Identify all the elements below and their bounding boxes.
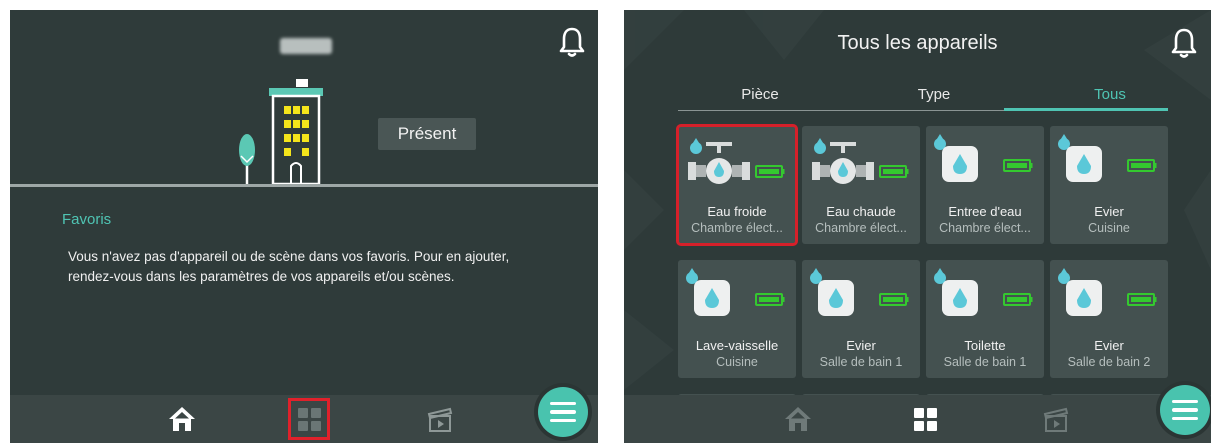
device-room: Cuisine	[716, 355, 758, 369]
nav-devices-button[interactable]	[907, 401, 943, 437]
water-drop-icon	[810, 268, 909, 316]
device-card[interactable]: Evier Salle de bain 2	[1050, 260, 1168, 378]
device-name: Lave-vaisselle	[695, 338, 779, 353]
nav-scenes-button[interactable]	[1038, 401, 1074, 437]
water-drop-icon	[686, 268, 785, 316]
devices-grid-icon	[913, 407, 937, 431]
nav-home-button[interactable]	[780, 401, 816, 437]
nav-devices-button[interactable]	[288, 398, 330, 440]
device-card[interactable]: Toilette Salle de bain 1	[926, 260, 1044, 378]
device-name: Toilette	[964, 338, 1006, 353]
scenes-clapper-icon	[1043, 407, 1069, 432]
bell-icon[interactable]	[1170, 27, 1198, 59]
device-name: Evier	[1094, 204, 1124, 219]
presence-status-button[interactable]: Présent	[378, 118, 476, 150]
nav-scenes-button[interactable]	[422, 401, 458, 437]
horizon-line	[10, 184, 598, 187]
water-drop-icon	[934, 134, 1033, 182]
tab-piece[interactable]: Pièce	[700, 86, 820, 103]
device-card[interactable]: Evier Cuisine	[1050, 126, 1168, 244]
page-title: Tous les appareils	[837, 32, 998, 54]
bottom-nav	[10, 395, 598, 443]
device-card[interactable]: Evier Salle de bain 1	[802, 260, 920, 378]
building-illustration	[239, 79, 323, 186]
menu-fab-button[interactable]	[538, 387, 588, 437]
device-card[interactable]: Entree d'eau Chambre élect...	[926, 126, 1044, 244]
water-drop-icon	[1058, 268, 1157, 316]
device-icon-group	[808, 132, 912, 199]
home-icon	[169, 407, 195, 431]
device-card[interactable]: Eau froide Chambre élect...	[676, 124, 798, 246]
tab-type[interactable]: Type	[874, 86, 994, 103]
valve-icon	[688, 138, 785, 184]
device-card[interactable]: Eau chaude Chambre élect...	[802, 126, 920, 244]
menu-fab-button[interactable]	[1160, 385, 1210, 435]
device-name: Evier	[1094, 338, 1124, 353]
tab-tous[interactable]: Tous	[1050, 86, 1170, 103]
device-icon-group	[932, 266, 1036, 333]
device-room: Salle de bain 2	[1067, 355, 1151, 369]
device-room: Chambre élect...	[691, 221, 783, 235]
favorites-title: Favoris	[62, 211, 112, 228]
active-tab-indicator	[1004, 108, 1168, 111]
house-name-redacted	[280, 38, 332, 54]
device-room: Chambre élect...	[939, 221, 1031, 235]
bell-icon[interactable]	[558, 26, 586, 58]
device-icon-group	[932, 132, 1036, 199]
device-icon-group	[684, 266, 788, 333]
bottom-nav	[624, 395, 1211, 443]
device-name: Entree d'eau	[948, 204, 1022, 219]
home-icon	[785, 407, 811, 431]
device-icon-group	[808, 266, 912, 333]
device-room: Chambre élect...	[815, 221, 907, 235]
device-name: Eau froide	[707, 204, 767, 219]
device-icon-group	[1056, 266, 1160, 333]
water-drop-icon	[934, 268, 1033, 316]
all-devices-screen: Tous les appareils Pièce Type Tous Eau f…	[624, 10, 1211, 443]
device-card[interactable]: Lave-vaisselle Cuisine	[678, 260, 796, 378]
devices-grid-icon	[297, 407, 321, 431]
device-room: Salle de bain 1	[819, 355, 903, 369]
device-icon-group	[684, 132, 788, 199]
valve-icon	[812, 138, 909, 184]
water-drop-icon	[1058, 134, 1157, 182]
device-icon-group	[1056, 132, 1160, 199]
scenes-clapper-icon	[427, 407, 453, 432]
device-name: Eau chaude	[826, 204, 896, 219]
nav-home-button[interactable]	[164, 401, 200, 437]
device-room: Salle de bain 1	[943, 355, 1027, 369]
device-room: Cuisine	[1088, 221, 1130, 235]
favorites-empty-message: Vous n'avez pas d'appareil ou de scène d…	[68, 249, 510, 284]
device-name: Evier	[846, 338, 876, 353]
favorites-screen: Présent Favoris Vous n'avez pas d'appare…	[10, 10, 598, 443]
